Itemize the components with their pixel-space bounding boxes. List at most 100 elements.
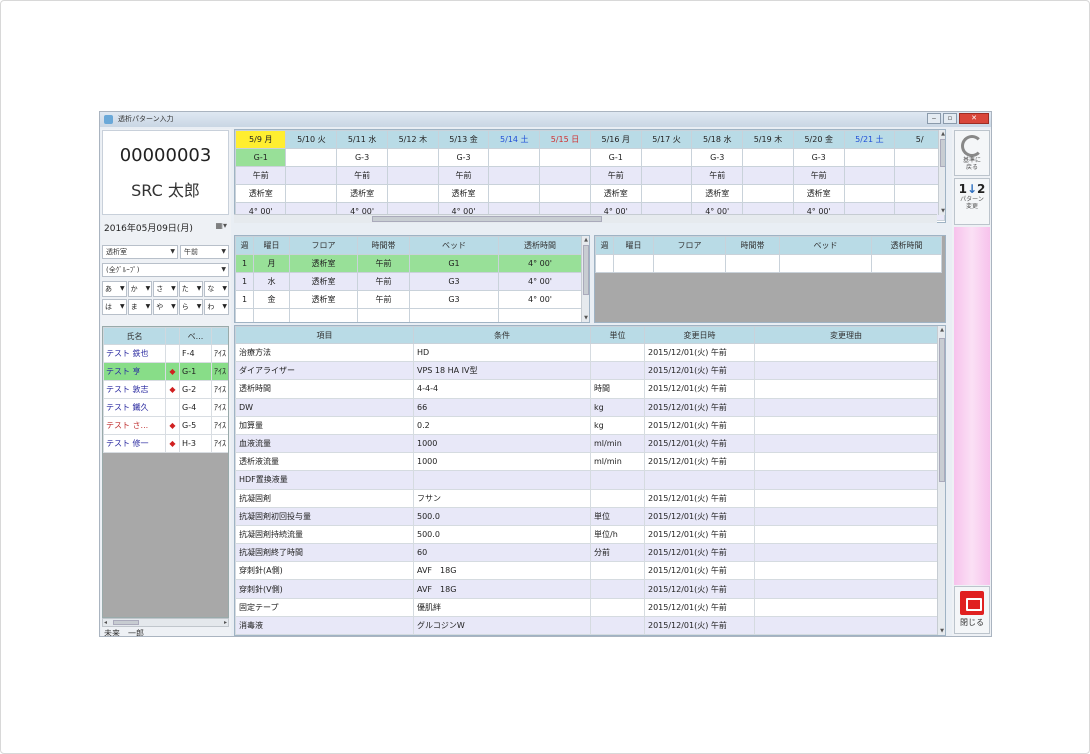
kana-button[interactable]: ま ▼ [127, 299, 153, 315]
column-header[interactable]: フロア [289, 236, 358, 255]
calendar-cell[interactable] [640, 184, 693, 203]
column-header[interactable]: 単位 [590, 326, 645, 344]
column-header[interactable]: 氏名 [103, 327, 166, 345]
table-row[interactable]: 抗凝固剤持続流量 500.0 単位/h 2015/12/01(火) 午前 [235, 524, 938, 545]
table-row[interactable]: HDF置換液量 [235, 470, 938, 490]
column-header[interactable]: 透析時間 [498, 236, 582, 255]
column-header[interactable]: 曜日 [253, 236, 290, 255]
kana-button[interactable]: は ▼ [102, 299, 127, 315]
group-select[interactable]: (全ｸﾞﾙｰﾌﾟ) ▼ [102, 263, 229, 277]
calendar-cell[interactable]: G-1 [589, 148, 642, 167]
column-header[interactable]: 週 [595, 236, 614, 255]
kana-button[interactable]: た ▼ [178, 281, 204, 297]
table-row[interactable]: DW 66 kg 2015/12/01(火) 午前 [235, 397, 938, 417]
calendar-cell[interactable] [843, 166, 896, 185]
kana-button[interactable]: さ ▼ [153, 281, 178, 297]
patient-row[interactable]: テスト 鐵久 G-4 ｱｲｽ [103, 398, 228, 417]
column-header[interactable]: フロア [653, 236, 726, 255]
pattern-vscrollbar[interactable]: ▲ ▼ [581, 236, 589, 322]
calendar-cell[interactable]: 午前 [792, 166, 845, 185]
reset-to-standard-button[interactable]: 基準に 戻る [954, 130, 990, 176]
calendar-cell[interactable]: 透析室 [235, 184, 287, 203]
column-header[interactable]: 透析時間 [871, 236, 942, 255]
calendar-hscrollbar[interactable] [234, 214, 937, 223]
patient-row[interactable]: テスト 鉄也 F-4 ｱｲｽ [103, 344, 228, 363]
calendar-cell[interactable]: G-3 [792, 148, 845, 167]
kana-button[interactable]: な ▼ [204, 281, 229, 297]
calendar-cell[interactable]: G-3 [691, 148, 744, 167]
calendar-cell[interactable] [285, 184, 338, 203]
kana-button[interactable]: か ▼ [127, 281, 153, 297]
calendar-cell[interactable] [386, 148, 439, 167]
table-row[interactable]: 抗凝固剤終了時間 60 分前 2015/12/01(火) 午前 [235, 543, 938, 563]
calendar-cell[interactable]: 透析室 [792, 184, 845, 203]
table-row[interactable]: 血液流量 1000 ml/min 2015/12/01(火) 午前 [235, 433, 938, 454]
day-header-cell[interactable]: 5/16 月 [589, 130, 642, 149]
calendar-cell[interactable] [742, 148, 794, 167]
day-header-cell[interactable]: 5/13 金 [437, 130, 490, 149]
table-row[interactable]: 抗凝固剤初回投与量 500.0 単位 2015/12/01(火) 午前 [235, 506, 938, 526]
column-header[interactable]: 曜日 [613, 236, 654, 255]
table-row[interactable] [235, 308, 582, 322]
table-row[interactable]: 固定テープ 優肌絆 2015/12/01(火) 午前 [235, 597, 938, 617]
table-row[interactable]: 消毒液 グルコジンW 2015/12/01(火) 午前 [235, 615, 938, 635]
patient-list-hscrollbar[interactable]: ◂ ▸ [102, 618, 229, 627]
table-row[interactable]: 治療方法 HD 2015/12/01(火) 午前 [235, 342, 938, 363]
calendar-cell[interactable] [539, 148, 591, 167]
table-row[interactable]: 加算量 0.2 kg 2015/12/01(火) 午前 [235, 415, 938, 435]
table-row[interactable]: 抗凝固剤 フサン 2015/12/01(火) 午前 [235, 488, 938, 508]
kana-button[interactable]: わ ▼ [204, 299, 229, 315]
patient-row[interactable]: テスト 修一 ◆ H-3 ｱｲｽ [103, 434, 228, 453]
table-row[interactable]: 1 月透析室 午前 G1 4° 00' [235, 254, 582, 273]
condition-vscrollbar[interactable]: ▲ ▼ [937, 326, 945, 635]
day-header-cell[interactable]: 5/14 土 [488, 130, 541, 149]
calendar-cell[interactable] [488, 148, 541, 167]
table-row[interactable]: 1 金透析室 午前 G3 4° 00' [235, 290, 582, 309]
calendar-cell[interactable] [539, 184, 591, 203]
calendar-cell[interactable]: 透析室 [589, 184, 642, 203]
kana-button[interactable]: あ ▼ [102, 281, 127, 297]
kana-button[interactable]: ら ▼ [178, 299, 204, 315]
column-header[interactable]: ベッド [409, 236, 499, 255]
calendar-cell[interactable]: 午前 [437, 166, 490, 185]
patient-row[interactable]: テスト 亨 ◆ G-1 ｱｲｽ [103, 362, 228, 381]
close-button[interactable]: 閉じる [954, 586, 990, 634]
calendar-cell[interactable] [488, 184, 541, 203]
column-header[interactable]: 項目 [235, 326, 414, 344]
day-header-cell[interactable]: 5/9 月 [235, 130, 287, 149]
column-header[interactable]: 変更日時 [644, 326, 755, 344]
table-row[interactable]: 透析液流量 1000 ml/min 2015/12/01(火) 午前 [235, 452, 938, 472]
column-header[interactable]: 時間帯 [357, 236, 410, 255]
calendar-cell[interactable]: 午前 [589, 166, 642, 185]
calendar-cell[interactable] [742, 184, 794, 203]
calendar-cell[interactable]: 透析室 [691, 184, 744, 203]
table-row[interactable] [595, 254, 942, 273]
calendar-cell[interactable]: 透析室 [336, 184, 388, 203]
room-select[interactable]: 透析室 ▼ [102, 245, 178, 259]
calendar-cell[interactable] [488, 166, 541, 185]
calendar-cell[interactable] [285, 148, 338, 167]
calendar-cell[interactable] [386, 166, 439, 185]
column-header[interactable]: 変更理由 [754, 326, 938, 344]
calendar-cell[interactable]: G-3 [437, 148, 490, 167]
calendar-cell[interactable]: G-3 [336, 148, 388, 167]
calendar-cell[interactable] [640, 148, 693, 167]
calendar-cell[interactable] [539, 166, 591, 185]
calendar-cell[interactable] [843, 184, 896, 203]
day-header-cell[interactable]: 5/10 火 [285, 130, 338, 149]
calendar-cell[interactable] [843, 148, 896, 167]
calendar-cell[interactable] [742, 166, 794, 185]
calendar-icon[interactable]: ▦▾ [215, 221, 227, 230]
time-select[interactable]: 午前 ▼ [180, 245, 229, 259]
date-picker[interactable]: 2016年05月09日(月) ▦▾ [102, 219, 229, 235]
day-header-cell[interactable]: 5/15 日 [539, 130, 591, 149]
maximize-button[interactable]: ▫ [943, 113, 957, 124]
calendar-cell[interactable] [386, 184, 439, 203]
day-header-cell[interactable]: 5/18 水 [691, 130, 744, 149]
column-header[interactable]: 条件 [413, 326, 591, 344]
column-header[interactable]: 週 [235, 236, 254, 255]
calendar-cell[interactable]: 透析室 [437, 184, 490, 203]
calendar-cell[interactable]: 午前 [691, 166, 744, 185]
day-header-cell[interactable]: 5/11 水 [336, 130, 388, 149]
day-header-cell[interactable]: 5/17 火 [640, 130, 693, 149]
